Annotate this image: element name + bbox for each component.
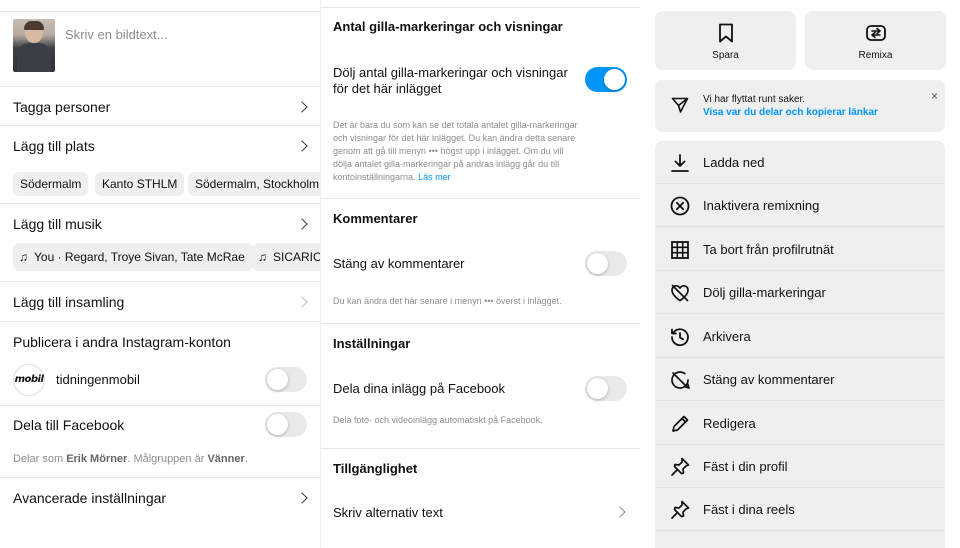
divider <box>321 448 640 449</box>
notice-text: Vi har flyttat runt saker. <box>703 94 806 105</box>
publish-other-accounts-label: Publicera i andra Instagram-konton <box>13 334 231 350</box>
chevron-right-icon <box>296 140 308 152</box>
pin-icon <box>669 499 691 521</box>
circle-x-icon <box>669 195 691 217</box>
remix-label: Remixa <box>858 50 893 61</box>
add-to-collection-row[interactable]: Lägg till insamling <box>0 282 320 322</box>
grid-icon <box>669 239 691 261</box>
menu-item-label: Dölj gilla-markeringar <box>703 285 826 300</box>
menu-item-label: Fäst i din profil <box>703 459 788 474</box>
chevron-right-icon <box>296 296 308 308</box>
music-chip-label: You · Regard, Troye Sivan, Tate McRae <box>34 250 245 264</box>
caption-input[interactable]: Skriv en bildtext... <box>65 27 168 42</box>
archive-icon <box>669 326 691 348</box>
share-facebook-toggle[interactable] <box>585 376 627 401</box>
hide-likes-toggle[interactable] <box>585 67 627 92</box>
caption-area[interactable]: Skriv en bildtext... <box>0 12 320 86</box>
likes-section-title: Antal gilla-markeringar och visningar <box>333 19 563 34</box>
menu-item-disable-remix[interactable]: Inaktivera remixning <box>655 184 945 227</box>
comments-help-text: Du kan ändra det här senare i menyn ••• … <box>333 296 562 306</box>
menu-item-remove-from-grid[interactable]: Ta bort från profilrutnät <box>655 228 945 271</box>
remix-icon <box>865 23 887 48</box>
settings-section-title: Inställningar <box>333 336 411 351</box>
facebook-help-text: Dela foto- och videoinlägg automatiskt p… <box>333 415 543 425</box>
divider <box>321 7 640 8</box>
share-facebook-toggle[interactable] <box>265 412 307 437</box>
location-chip[interactable]: Kanto STHLM <box>95 172 185 196</box>
menu-item-download[interactable]: Ladda ned <box>655 141 945 184</box>
hide-likes-label: Dölj antal gilla-markeringar och visning… <box>333 65 568 96</box>
music-note-icon: ♫ <box>258 250 267 264</box>
menu-item-label: Arkivera <box>703 329 751 344</box>
divider <box>321 323 640 324</box>
advanced-settings-panel: Antal gilla-markeringar och visningar Dö… <box>320 0 640 548</box>
account-avatar: mobil <box>13 364 45 396</box>
heart-off-icon <box>669 282 691 304</box>
accessibility-section-title: Tillgänglighet <box>333 461 418 476</box>
menu-item-edit[interactable]: Redigera <box>655 402 945 445</box>
comments-section-title: Kommentarer <box>333 211 418 226</box>
location-chip[interactable]: Södermalm <box>13 172 89 196</box>
divider <box>321 198 640 199</box>
moved-things-notice: Vi har flyttat runt saker. Visa var du d… <box>655 80 945 132</box>
chevron-right-icon <box>614 506 626 518</box>
publish-other-accounts-section: Publicera i andra Instagram-konton <box>0 322 320 406</box>
menu-item-turn-off-comments[interactable]: Stäng av kommentarer <box>655 358 945 401</box>
top-divider <box>0 0 320 12</box>
notice-link[interactable]: Visa var du delar och kopierar länkar <box>703 107 878 118</box>
turn-off-comments-toggle[interactable] <box>585 251 627 276</box>
alt-text-row[interactable]: Skriv alternativ text <box>321 495 640 531</box>
remix-button[interactable]: Remixa <box>805 11 946 70</box>
advanced-settings-label: Avancerade inställningar <box>13 490 167 506</box>
post-thumbnail <box>13 19 55 72</box>
music-note-icon: ♫ <box>19 250 28 264</box>
shared-as-text: Delar som Erik Mörner. Målgruppen är Vän… <box>13 453 248 465</box>
share-facebook-label: Dela till Facebook <box>13 417 125 433</box>
pin-icon <box>669 456 691 478</box>
alt-text-label: Skriv alternativ text <box>333 505 443 520</box>
menu-item-label: Stäng av kommentarer <box>703 372 835 387</box>
account-name: tidningenmobil <box>56 372 140 387</box>
menu-item-archive[interactable]: Arkivera <box>655 315 945 358</box>
turn-off-comments-label: Stäng av kommentarer <box>333 256 465 271</box>
chevron-right-icon <box>296 101 308 113</box>
post-more-menu-panel: Spara Remixa Vi har flyttat runt saker. … <box>640 0 960 548</box>
save-button[interactable]: Spara <box>655 11 796 70</box>
options-menu: Ladda ned Inaktivera remixning Ta bort f… <box>655 141 945 548</box>
add-location-label: Lägg till plats <box>13 138 95 154</box>
bookmark-icon <box>717 23 735 48</box>
menu-item-label: Ta bort från profilrutnät <box>703 242 834 257</box>
read-more-link[interactable]: Läs mer <box>418 172 451 182</box>
menu-item-label: Redigera <box>703 416 756 431</box>
advanced-settings-row[interactable]: Avancerade inställningar <box>0 478 320 518</box>
send-icon <box>671 96 689 119</box>
chevron-right-icon <box>296 218 308 230</box>
new-post-options-panel: Skriv en bildtext... Tagga personer Lägg… <box>0 0 320 548</box>
close-icon[interactable]: × <box>931 89 938 103</box>
menu-item-pin-reels[interactable]: Fäst i dina reels <box>655 488 945 531</box>
menu-item-label: Inaktivera remixning <box>703 198 820 213</box>
location-chip[interactable]: Södermalm, Stockholm <box>188 172 320 196</box>
music-chip-label: SICARIO <box>273 250 320 264</box>
menu-item-pin-profile[interactable]: Fäst i din profil <box>655 445 945 488</box>
menu-item-label: Fäst i dina reels <box>703 502 795 517</box>
music-chip[interactable]: ♫ SICARIO <box>252 243 320 271</box>
tag-people-row[interactable]: Tagga personer <box>0 86 320 126</box>
pencil-icon <box>669 413 691 435</box>
add-music-label: Lägg till musik <box>13 216 102 232</box>
menu-item-label: Ladda ned <box>703 155 765 170</box>
tag-people-label: Tagga personer <box>13 99 111 115</box>
comment-off-icon <box>669 369 691 391</box>
account-publish-toggle[interactable] <box>265 367 307 392</box>
menu-item-hide-likes[interactable]: Dölj gilla-markeringar <box>655 271 945 314</box>
download-icon <box>669 152 691 174</box>
add-to-collection-label: Lägg till insamling <box>13 294 125 310</box>
save-label: Spara <box>712 50 739 61</box>
chevron-right-icon <box>296 492 308 504</box>
share-facebook-label: Dela dina inlägg på Facebook <box>333 381 506 396</box>
music-chip[interactable]: ♫ You · Regard, Troye Sivan, Tate McRae <box>13 243 253 271</box>
likes-help-text: Det är bara du som kan se det totala ant… <box>333 120 578 182</box>
